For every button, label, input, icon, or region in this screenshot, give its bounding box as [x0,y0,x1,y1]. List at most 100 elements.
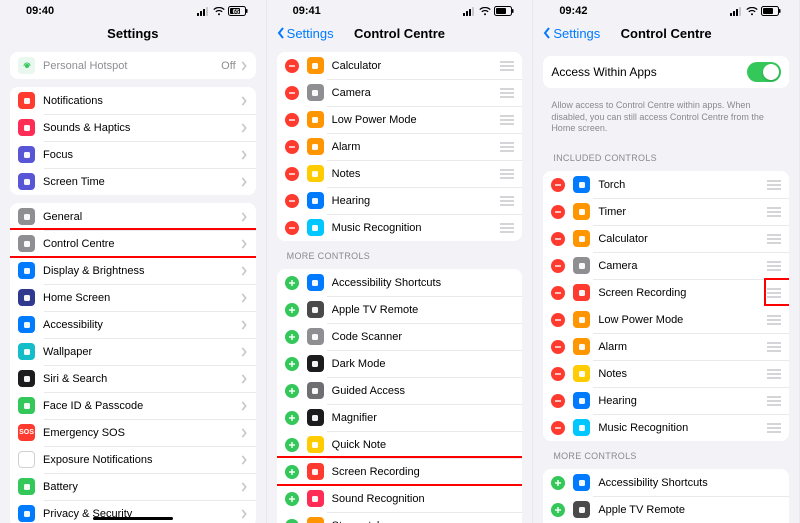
row-sound-rec[interactable]: Sound Recognition [277,485,523,512]
row-notes[interactable]: Notes [543,360,789,387]
row-dark-mode[interactable]: Dark Mode [277,350,523,377]
drag-handle-icon[interactable] [500,196,514,206]
row-notifications[interactable]: Notifications [10,87,256,114]
row-stopwatch[interactable]: Stopwatch [277,512,523,523]
row-torch[interactable]: Torch [543,171,789,198]
remove-button[interactable] [285,221,299,235]
add-button[interactable] [285,465,299,479]
remove-button[interactable] [551,286,565,300]
drag-handle-icon[interactable] [767,342,781,352]
row-tv-remote[interactable]: Apple TV Remote [277,296,523,323]
remove-button[interactable] [285,167,299,181]
row-hearing[interactable]: Hearing [543,387,789,414]
row-focus[interactable]: Focus [10,141,256,168]
row-camera[interactable]: Camera [543,252,789,279]
drag-handle-icon[interactable] [767,261,781,271]
remove-button[interactable] [285,59,299,73]
row-calculator[interactable]: Calculator [543,225,789,252]
row-home-screen[interactable]: Home Screen [10,284,256,311]
row-low-power[interactable]: Low Power Mode [543,306,789,333]
row-label: Notes [332,168,495,180]
drag-handle-icon[interactable] [767,207,781,217]
row-battery[interactable]: Battery [10,473,256,500]
remove-button[interactable] [551,205,565,219]
row-screen-recording[interactable]: Screen Recording [543,279,789,306]
row-screen-time[interactable]: Screen Time [10,168,256,195]
remove-button[interactable] [551,367,565,381]
row-calculator[interactable]: Calculator [277,52,523,79]
remove-button[interactable] [551,394,565,408]
drag-handle-icon[interactable] [500,223,514,233]
drag-handle-icon[interactable] [767,396,781,406]
row-code-scanner[interactable]: Code Scanner [277,323,523,350]
row-label: Display & Brightness [43,265,240,277]
remove-button[interactable] [551,232,565,246]
add-button[interactable] [285,276,299,290]
add-button[interactable] [285,411,299,425]
row-guided-access[interactable]: Guided Access [277,377,523,404]
drag-handle-icon[interactable] [500,88,514,98]
drag-handle-icon[interactable] [767,234,781,244]
privacy-icon [18,505,35,522]
row-control-centre[interactable]: Control Centre [10,230,256,257]
drag-handle-icon[interactable] [767,423,781,433]
remove-button[interactable] [285,194,299,208]
back-button[interactable]: Settings [275,26,334,41]
row-quick-note[interactable]: Quick Note [277,431,523,458]
row-notes[interactable]: Notes [277,160,523,187]
add-button[interactable] [285,303,299,317]
row-magnifier[interactable]: Magnifier [277,404,523,431]
remove-button[interactable] [551,421,565,435]
row-music-rec[interactable]: Music Recognition [277,214,523,241]
remove-button[interactable] [285,140,299,154]
remove-button[interactable] [285,86,299,100]
row-a11y-shortcuts[interactable]: Accessibility Shortcuts [543,469,789,496]
row-face-id[interactable]: Face ID & Passcode [10,392,256,419]
row-low-power[interactable]: Low Power Mode [277,106,523,133]
toggle-access[interactable] [747,62,781,82]
row-exposure[interactable]: Exposure Notifications [10,446,256,473]
row-siri[interactable]: Siri & Search [10,365,256,392]
remove-button[interactable] [551,340,565,354]
row-music-rec[interactable]: Music Recognition [543,414,789,441]
row-general[interactable]: General [10,203,256,230]
row-sounds[interactable]: Sounds & Haptics [10,114,256,141]
row-alarm[interactable]: Alarm [543,333,789,360]
remove-button[interactable] [551,313,565,327]
drag-handle-icon[interactable] [500,142,514,152]
row-personal-hotspot[interactable]: Personal Hotspot Off [10,52,256,79]
add-button[interactable] [285,357,299,371]
drag-handle-icon[interactable] [767,288,781,298]
drag-handle-icon[interactable] [500,61,514,71]
row-sos[interactable]: SOSEmergency SOS [10,419,256,446]
remove-button[interactable] [285,113,299,127]
row-accessibility[interactable]: Accessibility [10,311,256,338]
row-access-within-apps[interactable]: Access Within Apps [543,56,789,88]
drag-handle-icon[interactable] [500,169,514,179]
row-alarm[interactable]: Alarm [277,133,523,160]
row-display[interactable]: Display & Brightness [10,257,256,284]
row-timer[interactable]: Timer [543,198,789,225]
wifi-icon [213,7,225,16]
remove-button[interactable] [551,178,565,192]
drag-handle-icon[interactable] [767,180,781,190]
back-button[interactable]: Settings [541,26,600,41]
row-a11y-shortcuts[interactable]: Accessibility Shortcuts [277,269,523,296]
row-screen-recording[interactable]: Screen Recording [277,458,523,485]
row-camera[interactable]: Camera [277,79,523,106]
drag-handle-icon[interactable] [767,315,781,325]
add-button[interactable] [285,330,299,344]
row-wallpaper[interactable]: Wallpaper [10,338,256,365]
row-tv-remote[interactable]: Apple TV Remote [543,496,789,523]
row-hearing[interactable]: Hearing [277,187,523,214]
row-label: Notifications [43,95,240,107]
drag-handle-icon[interactable] [500,115,514,125]
remove-button[interactable] [551,259,565,273]
add-button[interactable] [285,492,299,506]
add-button[interactable] [285,519,299,523]
add-button[interactable] [551,503,565,517]
add-button[interactable] [285,384,299,398]
add-button[interactable] [285,438,299,452]
drag-handle-icon[interactable] [767,369,781,379]
add-button[interactable] [551,476,565,490]
